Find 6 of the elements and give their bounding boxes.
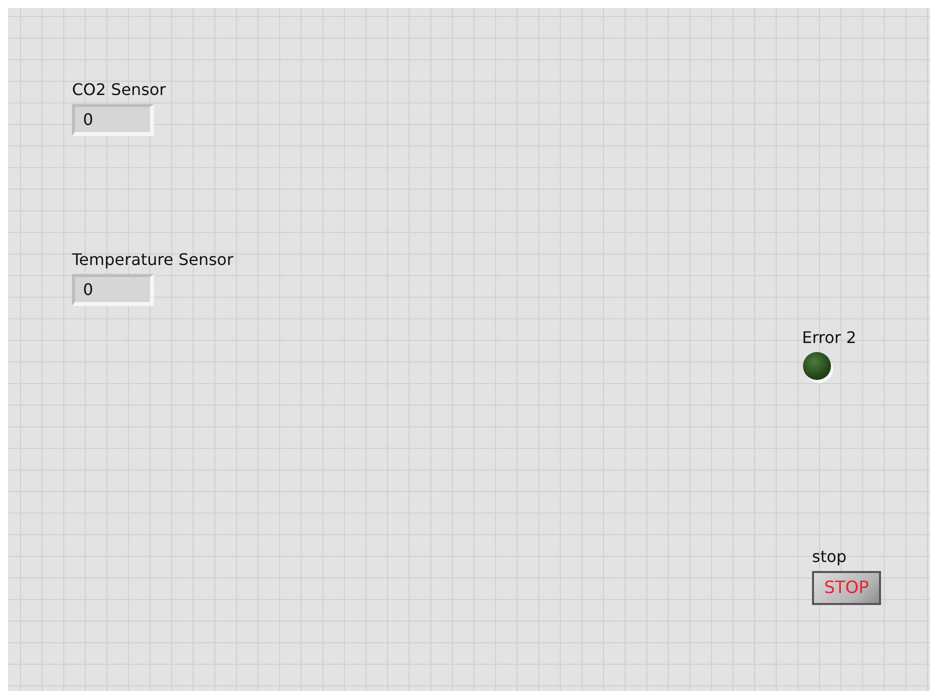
numeric-indicator[interactable]: 0: [72, 274, 154, 306]
numeric-indicator[interactable]: 0: [72, 104, 154, 136]
control-label: CO2 Sensor: [72, 80, 166, 100]
control-label: Error 2: [802, 328, 856, 348]
control-label: Temperature Sensor: [72, 250, 234, 270]
control-label: stop: [812, 547, 847, 567]
